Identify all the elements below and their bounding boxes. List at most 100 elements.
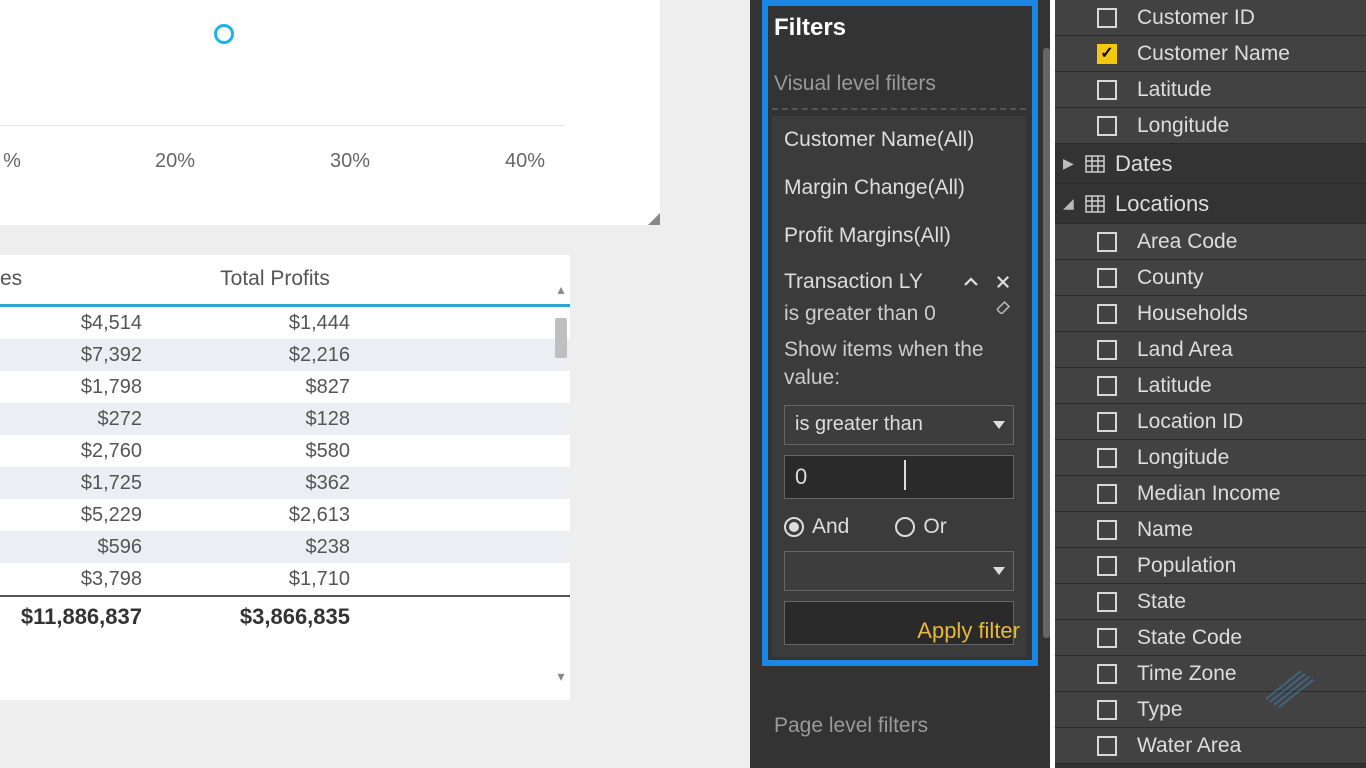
and-radio[interactable]: And: [784, 515, 849, 539]
checkbox-icon[interactable]: [1097, 304, 1117, 324]
field-item[interactable]: Name: [1055, 512, 1366, 548]
table-icon: [1085, 195, 1105, 213]
field-item[interactable]: Customer ID: [1055, 0, 1366, 36]
field-item[interactable]: Households: [1055, 296, 1366, 332]
field-item[interactable]: State: [1055, 584, 1366, 620]
filter-card-margin-change[interactable]: Margin Change(All): [772, 164, 1026, 212]
field-item[interactable]: Area Code: [1055, 224, 1366, 260]
field-table-header[interactable]: ◢Locations: [1055, 184, 1366, 224]
or-radio[interactable]: Or: [895, 515, 946, 539]
field-label: Longitude: [1137, 114, 1229, 138]
filter-card-customer-name[interactable]: Customer Name(All): [772, 116, 1026, 164]
field-label: Median Income: [1137, 482, 1281, 506]
filter-value-input[interactable]: 0: [784, 455, 1014, 499]
and-label: And: [812, 515, 849, 539]
or-label: Or: [923, 515, 946, 539]
scroll-thumb[interactable]: [555, 318, 567, 358]
table-cell: $827: [172, 376, 380, 399]
operator-value: is greater than: [795, 413, 923, 436]
remove-filter-icon[interactable]: [992, 271, 1014, 293]
visual-level-filters-label: Visual level filters: [774, 72, 936, 96]
field-item[interactable]: Customer Name: [1055, 36, 1366, 72]
checkbox-icon[interactable]: [1097, 556, 1117, 576]
table-row[interactable]: $1,798$827: [0, 371, 570, 403]
operator2-select[interactable]: [784, 551, 1014, 591]
table-visual[interactable]: es Total Profits $4,514$1,444$7,392$2,21…: [0, 255, 570, 700]
table-row[interactable]: $272$128: [0, 403, 570, 435]
checkbox-icon[interactable]: [1097, 664, 1117, 684]
checkbox-icon[interactable]: [1097, 44, 1117, 64]
table-cell: $596: [0, 536, 172, 559]
x-axis-line: [0, 125, 565, 126]
watermark-logo-icon: [1256, 663, 1326, 718]
field-item[interactable]: Land Area: [1055, 332, 1366, 368]
scroll-track[interactable]: [552, 298, 570, 667]
table-cell: $7,392: [0, 344, 172, 367]
table-total-cell: $3,866,835: [172, 604, 380, 630]
table-cell: $2,216: [172, 344, 380, 367]
filters-scrollbar-thumb[interactable]: [1043, 48, 1050, 638]
field-label: Customer ID: [1137, 6, 1255, 30]
column-header[interactable]: Total Profits: [170, 255, 380, 304]
table-scrollbar[interactable]: ▴ ▾: [552, 280, 570, 685]
checkbox-icon[interactable]: [1097, 520, 1117, 540]
column-header[interactable]: es: [0, 255, 170, 304]
checkbox-icon[interactable]: [1097, 448, 1117, 468]
field-item[interactable]: Longitude: [1055, 440, 1366, 476]
table-row[interactable]: $596$238: [0, 531, 570, 563]
checkbox-icon[interactable]: [1097, 80, 1117, 100]
filter-card-title: Transaction LY: [784, 270, 923, 294]
field-item[interactable]: Location ID: [1055, 404, 1366, 440]
checkbox-icon[interactable]: [1097, 700, 1117, 720]
checkbox-icon[interactable]: [1097, 592, 1117, 612]
table-row[interactable]: $7,392$2,216: [0, 339, 570, 371]
scroll-up-icon[interactable]: ▴: [552, 280, 570, 298]
table-header-row: es Total Profits: [0, 255, 570, 307]
checkbox-icon[interactable]: [1097, 116, 1117, 136]
field-item[interactable]: County: [1055, 260, 1366, 296]
filter-card-transaction-ly[interactable]: Transaction LY is greater than 0 Show it…: [772, 258, 1026, 657]
table-row[interactable]: $3,798$1,710: [0, 563, 570, 595]
collapse-icon[interactable]: [960, 271, 982, 293]
table-cell: $2,613: [172, 504, 380, 527]
checkbox-icon[interactable]: [1097, 412, 1117, 432]
field-item[interactable]: Water Area: [1055, 728, 1366, 764]
scroll-down-icon[interactable]: ▾: [552, 667, 570, 685]
scatter-chart-visual[interactable]: % 20% 30% 40%: [0, 0, 660, 225]
checkbox-icon[interactable]: [1097, 340, 1117, 360]
table-cell: $238: [172, 536, 380, 559]
x-tick-label: 30%: [330, 150, 370, 173]
checkbox-icon[interactable]: [1097, 232, 1117, 252]
table-row[interactable]: $5,229$2,613: [0, 499, 570, 531]
field-label: Population: [1137, 554, 1236, 578]
filter-condition-summary: is greater than 0: [784, 302, 936, 326]
clear-filter-icon[interactable]: [992, 294, 1014, 316]
filters-title: Filters: [774, 14, 846, 42]
collapse-caret-icon[interactable]: ◢: [1063, 195, 1079, 212]
table-row[interactable]: $2,760$580: [0, 435, 570, 467]
field-item[interactable]: Latitude: [1055, 368, 1366, 404]
checkbox-icon[interactable]: [1097, 628, 1117, 648]
table-row[interactable]: $1,725$362: [0, 467, 570, 499]
checkbox-icon[interactable]: [1097, 268, 1117, 288]
apply-filter-button[interactable]: Apply filter: [917, 618, 1020, 644]
checkbox-icon[interactable]: [1097, 8, 1117, 28]
checkbox-icon[interactable]: [1097, 376, 1117, 396]
table-cell: $1,444: [172, 312, 380, 335]
radio-icon: [895, 517, 915, 537]
field-item[interactable]: Longitude: [1055, 108, 1366, 144]
checkbox-icon[interactable]: [1097, 484, 1117, 504]
x-tick-label: %: [3, 150, 21, 173]
checkbox-icon[interactable]: [1097, 736, 1117, 756]
x-tick-label: 40%: [505, 150, 545, 173]
field-item[interactable]: Latitude: [1055, 72, 1366, 108]
field-item[interactable]: Median Income: [1055, 476, 1366, 512]
resize-handle-icon[interactable]: [648, 213, 660, 225]
field-item[interactable]: State Code: [1055, 620, 1366, 656]
field-item[interactable]: Population: [1055, 548, 1366, 584]
table-row[interactable]: $4,514$1,444: [0, 307, 570, 339]
field-table-header[interactable]: ▶Dates: [1055, 144, 1366, 184]
operator-select[interactable]: is greater than: [784, 405, 1014, 445]
expand-caret-icon[interactable]: ▶: [1063, 155, 1079, 172]
filter-card-profit-margins[interactable]: Profit Margins(All): [772, 212, 1026, 260]
